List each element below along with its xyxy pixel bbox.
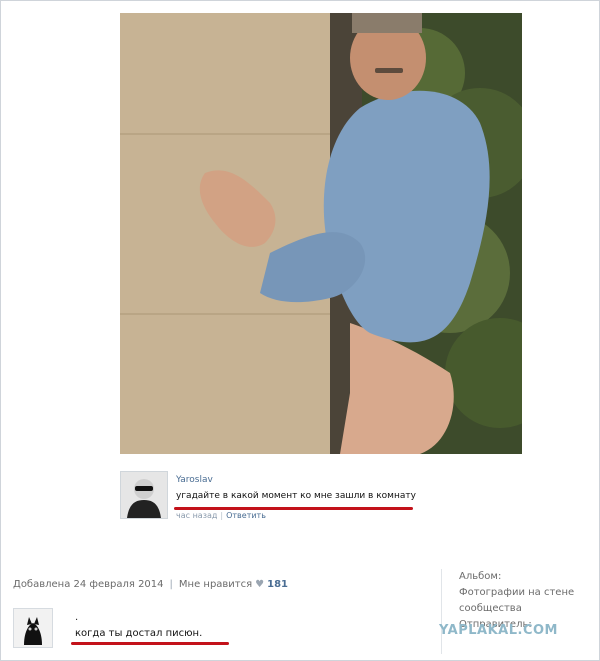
- highlight-underline-2: [71, 642, 229, 645]
- comment-author-link[interactable]: Yaroslav: [176, 475, 213, 485]
- heart-icon[interactable]: ♥: [255, 579, 264, 590]
- author-avatar[interactable]: [120, 471, 168, 519]
- album-link[interactable]: Фотографии на стене сообщества: [459, 585, 589, 617]
- user-avatar-sunglasses-icon: [121, 472, 167, 518]
- comment-text: угадайте в какой момент ко мне зашли в к…: [176, 491, 416, 501]
- comment-time: час назад: [176, 511, 218, 520]
- like-count[interactable]: 181: [267, 579, 288, 590]
- footer-separator: |: [169, 579, 173, 590]
- cat-avatar-icon: [14, 609, 52, 647]
- second-comment-avatar[interactable]: [13, 608, 53, 648]
- meta-separator: |: [220, 511, 224, 520]
- highlight-underline: [174, 507, 413, 510]
- album-label: Альбом:: [459, 571, 502, 582]
- post-photo[interactable]: [120, 13, 522, 454]
- album-sidebar: Альбом: Фотографии на стене сообщества О…: [441, 569, 589, 654]
- post-frame: Yaroslav угадайте в какой момент ко мне …: [0, 0, 600, 661]
- photo-illustration-icon: [120, 13, 522, 454]
- like-label[interactable]: Мне нравится: [179, 579, 252, 590]
- reply-link[interactable]: Ответить: [226, 511, 266, 520]
- second-comment-dot: .: [75, 612, 79, 623]
- comment: Yaroslav угадайте в какой момент ко мне …: [120, 471, 420, 523]
- second-comment-text: когда ты достал писюн.: [75, 628, 203, 639]
- site-watermark: YAPLAKAL.COM: [439, 623, 558, 638]
- added-date: Добавлена 24 февраля 2014: [13, 579, 164, 590]
- comment-meta: час назад | Ответить: [176, 511, 266, 520]
- post-footer: Добавлена 24 февраля 2014 | Мне нравится ♥ 1…: [13, 579, 288, 590]
